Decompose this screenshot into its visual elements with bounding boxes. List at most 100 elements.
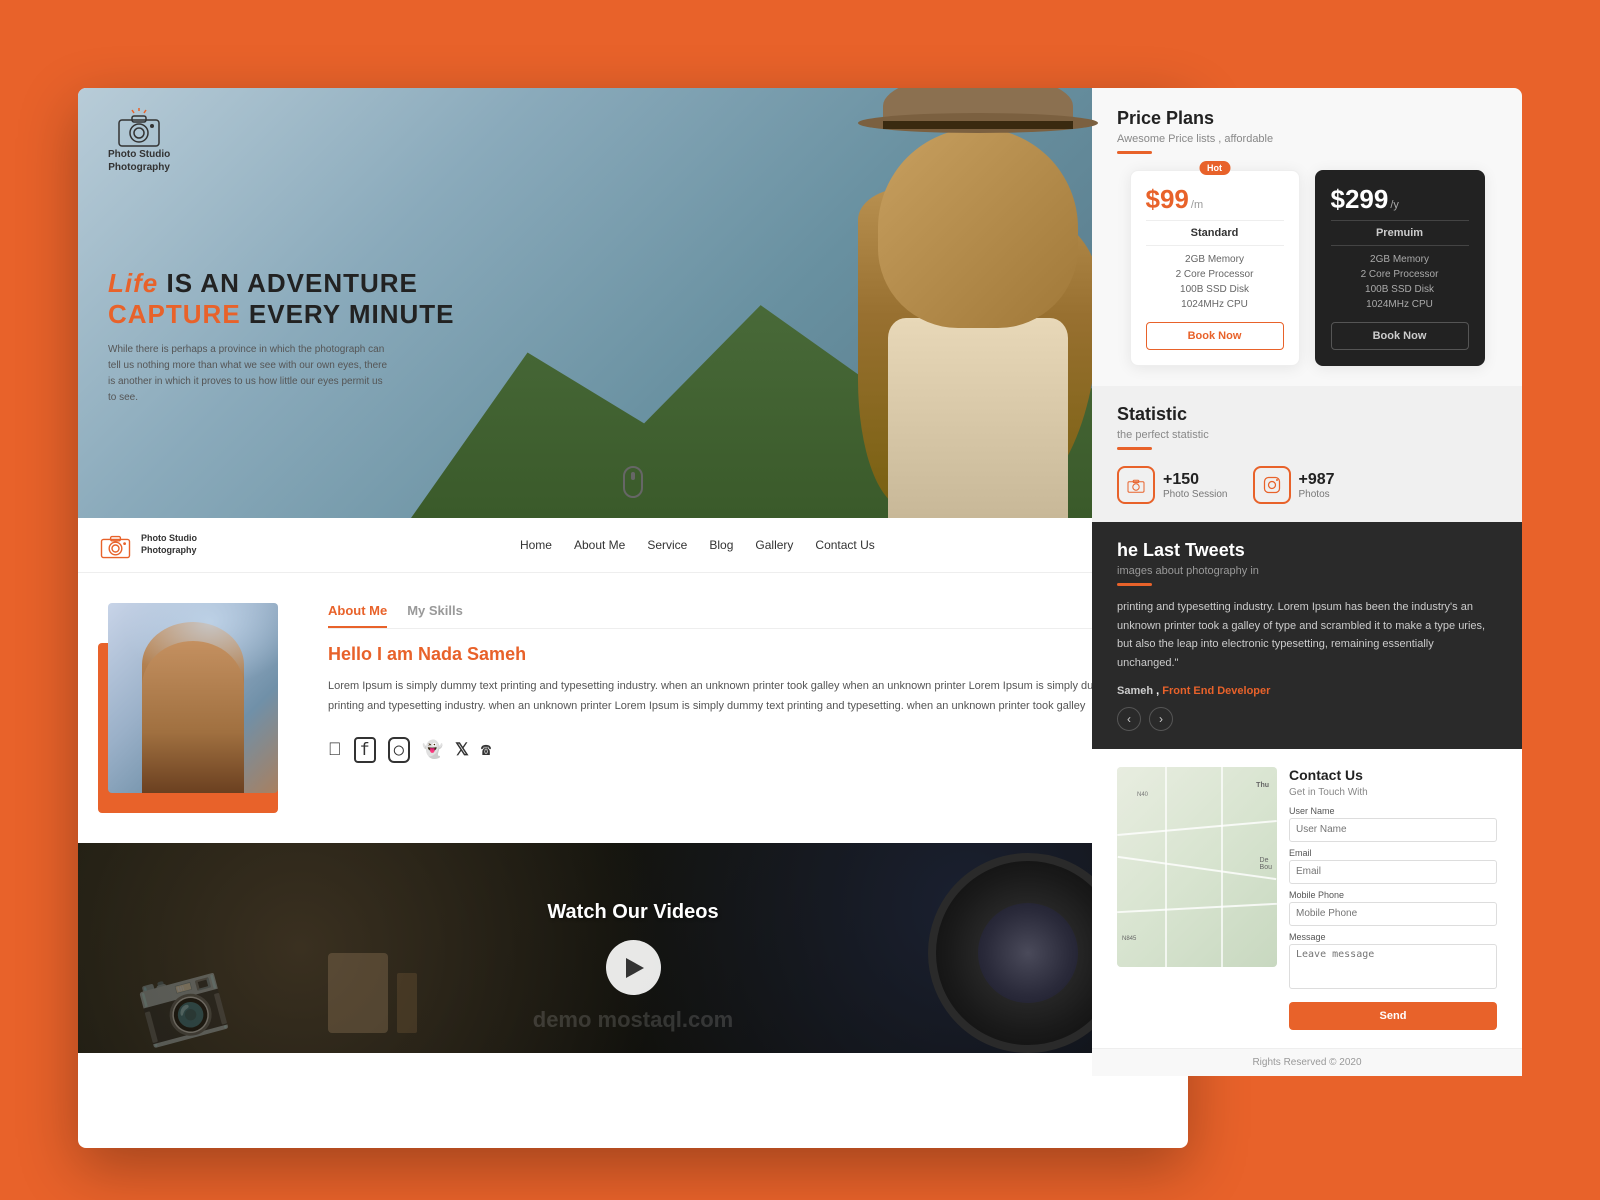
tweet-author: Sameh , Front End Developer (1117, 685, 1497, 697)
about-section: About Me My Skills Hello I am Nada Sameh… (78, 573, 1188, 843)
tweets-title: he Last Tweets (1117, 540, 1497, 561)
phone-input[interactable] (1289, 902, 1497, 926)
hat-band (883, 121, 1073, 129)
video-section: 📷 Watch Our Videos demo mostaql.com (78, 843, 1188, 1053)
hero-description: While there is perhaps a province in whi… (108, 342, 388, 406)
nav-about[interactable]: About Me (574, 538, 625, 552)
tweets-underline (1117, 583, 1152, 586)
about-content: About Me My Skills Hello I am Nada Sameh… (328, 603, 1168, 763)
facebook-icon[interactable]: f (354, 737, 376, 763)
standard-book-button[interactable]: Book Now (1146, 322, 1284, 350)
contact-form: Contact Us Get in Touch With User Name E… (1289, 767, 1497, 1030)
about-description: Lorem Ipsum is simply dummy text printin… (328, 677, 1168, 717)
browser-window: Photo StudioPhotography Life IS AN ADVEN… (78, 88, 1188, 1148)
phone-label: Mobile Phone (1289, 890, 1497, 900)
instagram-icon[interactable]: ○ (388, 737, 410, 763)
twitter-icon[interactable]: 𝕏 (455, 740, 469, 760)
play-button[interactable] (606, 940, 661, 995)
hero-life-text: Life (108, 268, 158, 298)
standard-name: Standard (1146, 220, 1284, 246)
tweet-prev-button[interactable]: ‹ (1117, 707, 1141, 731)
scroll-indicator[interactable] (623, 466, 643, 498)
standard-feature-2: 2 Core Processor (1146, 269, 1284, 280)
footer-text: Rights Reserved © 2020 (1252, 1057, 1361, 1068)
username-input[interactable] (1289, 818, 1497, 842)
hero-title-line1: Life IS AN ADVENTURE (108, 268, 455, 299)
hero-body (888, 318, 1068, 518)
standard-price: $99 (1146, 186, 1189, 212)
whatsapp-icon[interactable]: ☎ (481, 740, 491, 760)
tweets-panel: he Last Tweets images about photography … (1092, 522, 1522, 749)
standard-period: /m (1191, 199, 1203, 211)
hero-title-line2: CAPTURE EVERY MINUTE (108, 299, 455, 330)
email-group: Email (1289, 848, 1497, 884)
session-label: Photo Session (1163, 489, 1228, 500)
stat-session: +150 Photo Session (1117, 466, 1228, 504)
premium-book-button[interactable]: Book Now (1331, 322, 1469, 350)
hot-badge: Hot (1199, 161, 1230, 175)
nav-service[interactable]: Service (647, 538, 687, 552)
footer-bar: Rights Reserved © 2020 (1092, 1048, 1522, 1076)
nav-logo-icon (98, 531, 133, 559)
video-title: Watch Our Videos (547, 901, 718, 924)
price-plans-panel: Price Plans Awesome Price lists , afford… (1092, 88, 1522, 386)
logo-area: Photo StudioPhotography (108, 108, 170, 174)
session-number: +150 (1163, 471, 1228, 489)
tweet-author-name: Sameh (1117, 685, 1153, 697)
hero-head (878, 128, 1078, 328)
username-group: User Name (1289, 806, 1497, 842)
play-triangle-icon (626, 958, 644, 978)
hero-content: Life IS AN ADVENTURE CAPTURE EVERY MINUT… (108, 268, 455, 406)
premium-price: $299 (1331, 186, 1389, 212)
about-tabs: About Me My Skills (328, 603, 1168, 629)
contact-subtitle: Get in Touch With (1289, 787, 1497, 798)
premium-feature-2: 2 Core Processor (1331, 269, 1469, 280)
nav-home[interactable]: Home (520, 538, 552, 552)
premium-feature-1: 2GB Memory (1331, 254, 1469, 265)
stat-items: +150 Photo Session +987 Photos (1117, 466, 1497, 504)
tweet-author-role: Front End Developer (1162, 685, 1270, 697)
watermark-text: demo mostaql.com (533, 1007, 733, 1033)
navbar: Photo StudioPhotography Home About Me Se… (78, 518, 1188, 573)
tweet-next-button[interactable]: › (1149, 707, 1173, 731)
photos-label: Photos (1299, 489, 1335, 500)
nav-links: Home About Me Service Blog Gallery Conta… (237, 538, 1158, 552)
message-input[interactable] (1289, 944, 1497, 989)
send-button[interactable]: Send (1289, 1002, 1497, 1030)
hero-minute-text: EVERY MINUTE (249, 299, 455, 329)
nav-gallery[interactable]: Gallery (755, 538, 793, 552)
premium-name: Premuim (1331, 220, 1469, 246)
username-label: User Name (1289, 806, 1497, 816)
tweet-nav: ‹ › (1117, 707, 1497, 731)
social-icons:  f ○ 👻 𝕏 ☎ (328, 737, 1168, 763)
email-input[interactable] (1289, 860, 1497, 884)
message-group: Message (1289, 932, 1497, 994)
tweets-subtitle: images about photography in (1117, 565, 1497, 577)
phone-group: Mobile Phone (1289, 890, 1497, 926)
outer-background: Photo StudioPhotography Life IS AN ADVEN… (0, 0, 1600, 1200)
nav-blog[interactable]: Blog (709, 538, 733, 552)
contact-title: Contact Us (1289, 767, 1497, 783)
snapchat-icon[interactable]: 👻 (422, 740, 443, 760)
stat-photos: +987 Photos (1253, 466, 1335, 504)
facebook-icon[interactable]:  (328, 739, 342, 760)
price-plans-title: Price Plans (1117, 108, 1497, 129)
hero-adventure-text: IS AN ADVENTURE (166, 268, 417, 298)
nav-contact[interactable]: Contact Us (815, 538, 874, 552)
price-card-premium: $299 /y Premuim 2GB Memory 2 Core Proces… (1315, 170, 1485, 366)
about-image (108, 603, 278, 793)
tab-about-me[interactable]: About Me (328, 603, 387, 628)
hero-person (828, 88, 1128, 518)
statistic-panel: Statistic the perfect statistic +150 Pho… (1092, 386, 1522, 522)
standard-feature-1: 2GB Memory (1146, 254, 1284, 265)
statistic-subtitle: the perfect statistic (1117, 429, 1497, 441)
nav-logo-text: Photo StudioPhotography (141, 533, 197, 556)
statistic-title: Statistic (1117, 404, 1497, 425)
hero-section: Photo StudioPhotography Life IS AN ADVEN… (78, 88, 1188, 518)
right-panels: Price Plans Awesome Price lists , afford… (1092, 88, 1522, 1076)
email-label: Email (1289, 848, 1497, 858)
contact-map: Thu DeBou N845 N40 (1117, 767, 1277, 967)
video-props (328, 953, 417, 1038)
tab-my-skills[interactable]: My Skills (407, 603, 463, 628)
hero-logo-text: Photo StudioPhotography (108, 148, 170, 174)
